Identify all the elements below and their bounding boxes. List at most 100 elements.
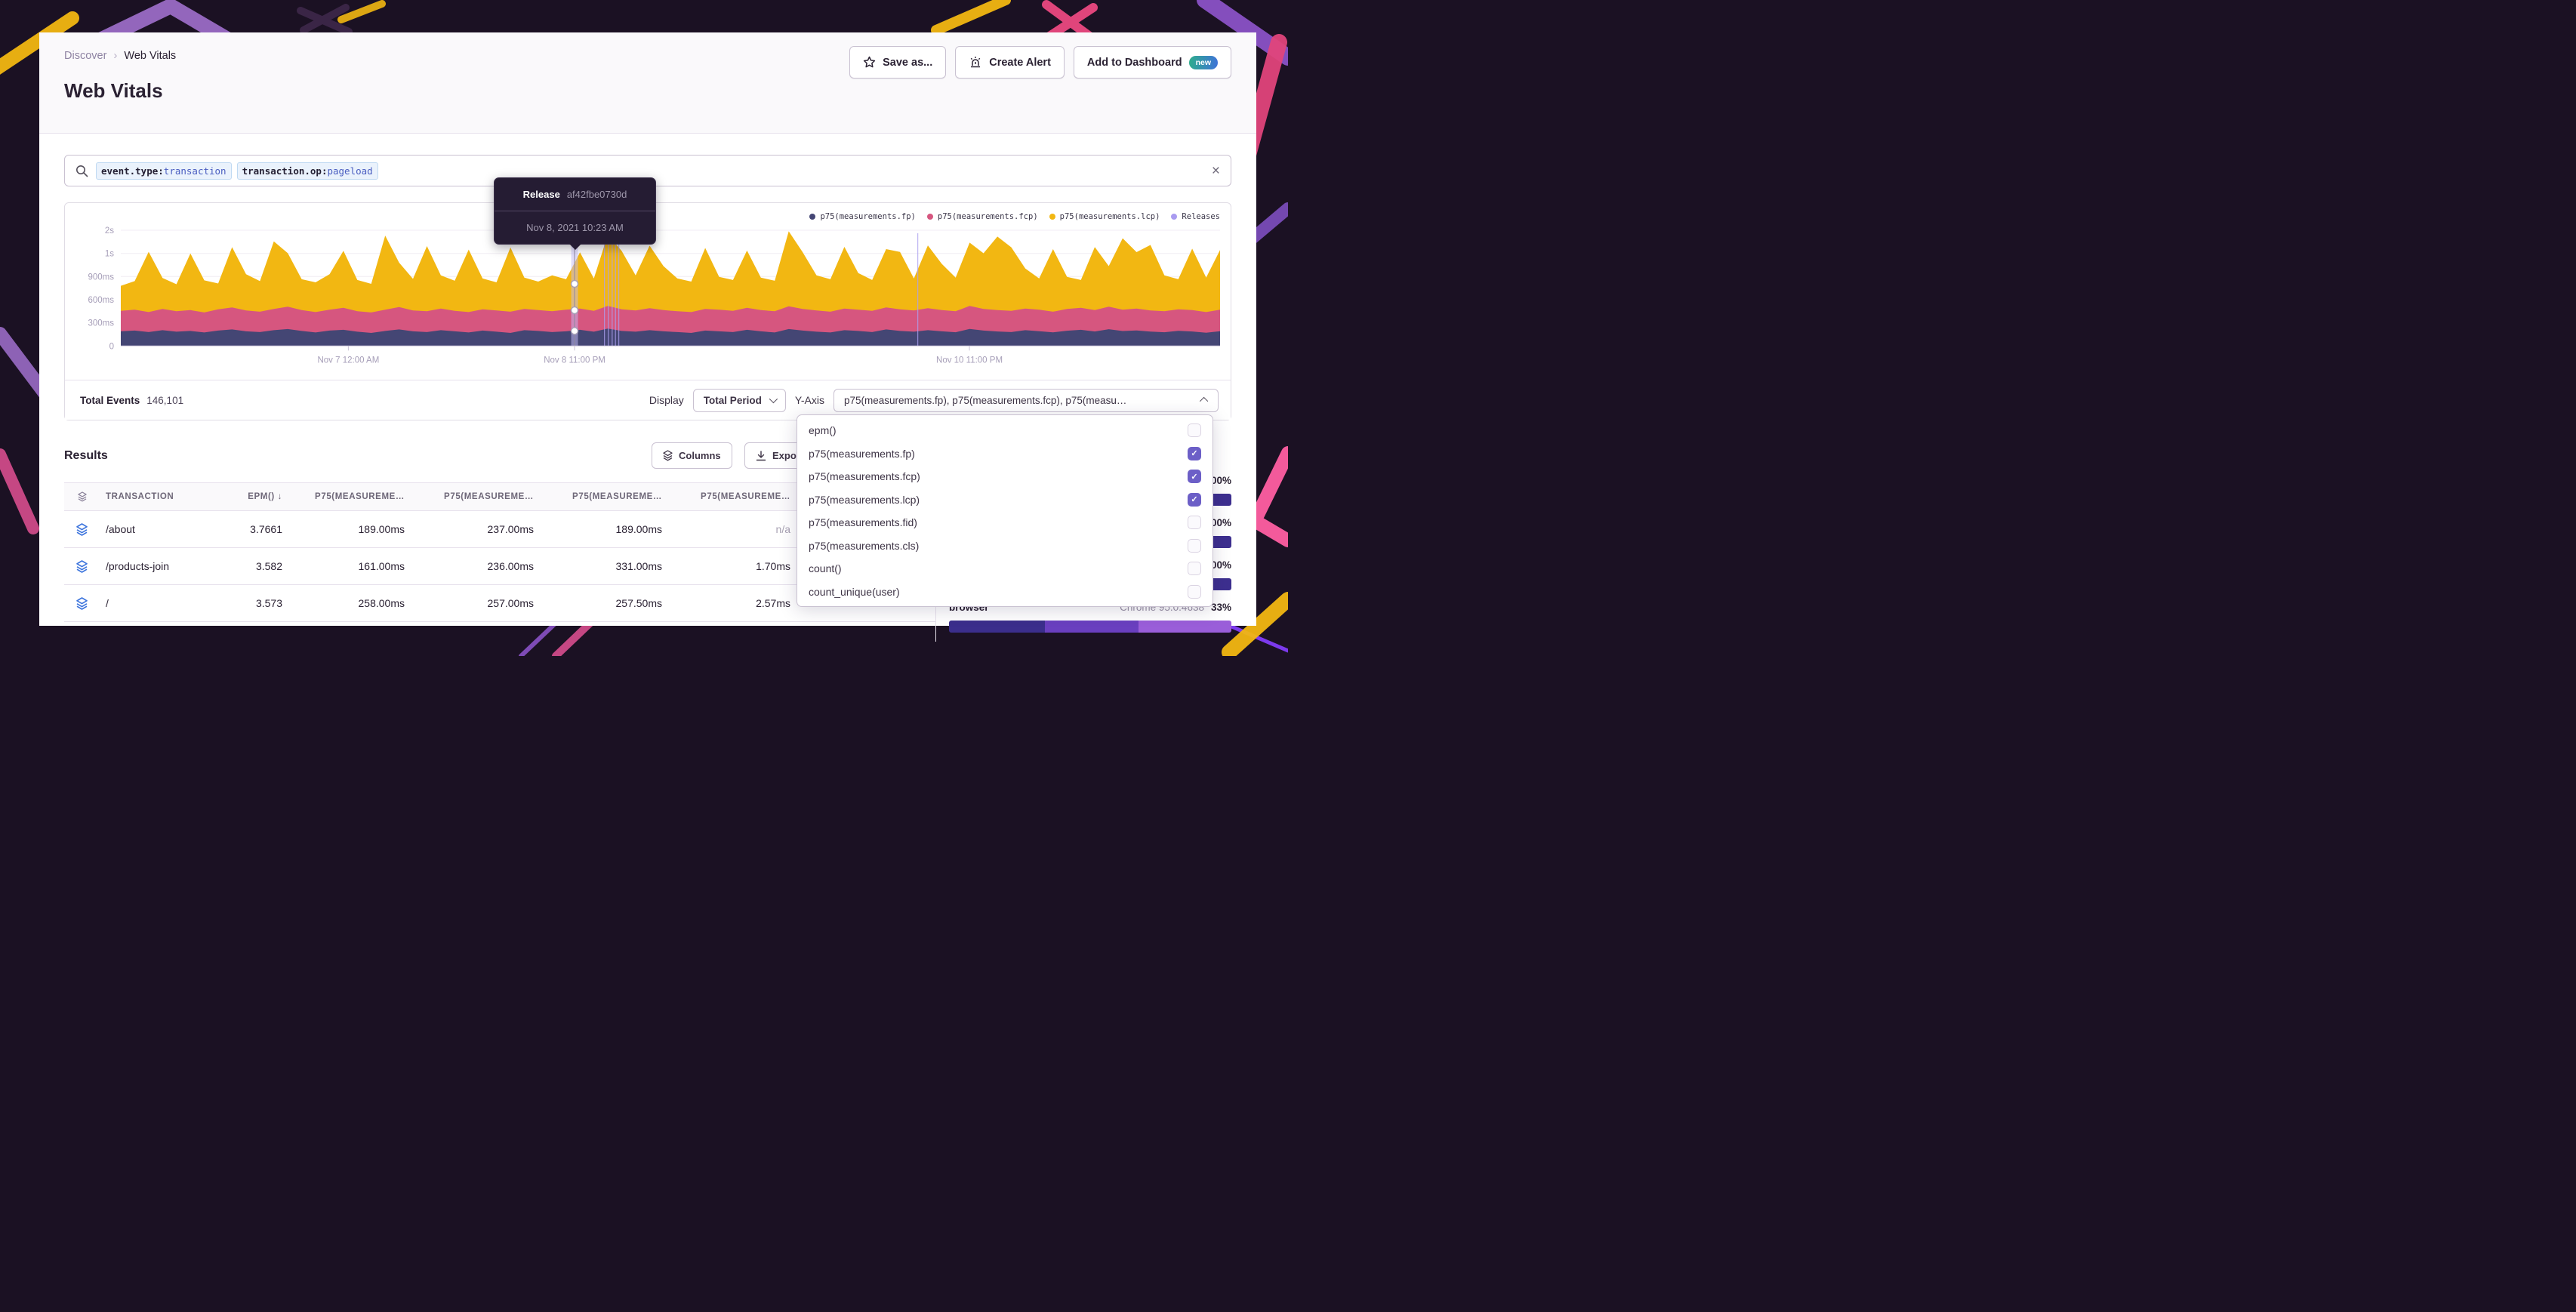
yaxis-option-label: p75(measurements.fcp) bbox=[809, 470, 1188, 482]
yaxis-option-label: p75(measurements.fid) bbox=[809, 516, 1188, 528]
x-axis-tick-label: Nov 8 11:00 PM bbox=[544, 356, 605, 365]
legend-item[interactable]: Releases bbox=[1171, 212, 1220, 221]
add-to-dashboard-button[interactable]: Add to Dashboard new bbox=[1074, 46, 1231, 79]
facet-bar-segment bbox=[949, 621, 1045, 633]
row-icon-cell bbox=[64, 560, 100, 573]
facet-bar-segment bbox=[1045, 621, 1138, 633]
page-header: Discover › Web Vitals Web Vitals Save as… bbox=[39, 32, 1256, 134]
p75-cell: 237.00ms bbox=[411, 523, 540, 535]
checkbox[interactable]: ✓ bbox=[1188, 447, 1201, 460]
transaction-cell[interactable]: / bbox=[100, 597, 226, 609]
column-header-p75[interactable]: P75(MEASUREME… bbox=[540, 492, 668, 501]
checkbox[interactable]: ✓ bbox=[1188, 493, 1201, 507]
legend-item[interactable]: p75(measurements.lcp) bbox=[1049, 212, 1160, 221]
create-alert-button[interactable]: Create Alert bbox=[955, 46, 1065, 79]
legend-dot bbox=[809, 214, 815, 220]
column-header-transaction[interactable]: TRANSACTION bbox=[100, 492, 226, 501]
yaxis-label: Y-Axis bbox=[795, 394, 824, 406]
transaction-link[interactable]: /about bbox=[106, 523, 135, 535]
hover-point bbox=[572, 328, 578, 334]
star-icon bbox=[863, 56, 876, 69]
checkbox[interactable] bbox=[1188, 562, 1201, 575]
results-title: Results bbox=[64, 449, 108, 462]
row-icon-cell bbox=[64, 597, 100, 610]
yaxis-option[interactable]: p75(measurements.fid) bbox=[797, 511, 1213, 534]
save-as-button[interactable]: Save as... bbox=[849, 46, 946, 79]
p75-cell: 257.50ms bbox=[540, 597, 668, 609]
token-key: event.type: bbox=[101, 165, 164, 177]
search-token[interactable]: event.type:transaction bbox=[96, 162, 232, 180]
column-header-epm[interactable]: EPM() ↓ bbox=[226, 492, 288, 501]
breadcrumb-discover[interactable]: Discover bbox=[64, 50, 106, 62]
columns-button[interactable]: Columns bbox=[652, 442, 732, 469]
x-axis-tick-label: Nov 10 11:00 PM bbox=[936, 356, 1003, 365]
breadcrumb-separator: › bbox=[113, 49, 117, 62]
yaxis-option-label: count() bbox=[809, 562, 1188, 574]
columns-label: Columns bbox=[679, 450, 721, 461]
yaxis-option[interactable]: p75(measurements.lcp)✓ bbox=[797, 488, 1213, 512]
download-icon bbox=[756, 451, 766, 461]
stack-icon bbox=[78, 491, 87, 502]
yaxis-option[interactable]: p75(measurements.fp)✓ bbox=[797, 442, 1213, 466]
display-value: Total Period bbox=[704, 395, 762, 406]
p75-cell: 189.00ms bbox=[288, 523, 411, 535]
create-alert-label: Create Alert bbox=[989, 57, 1051, 69]
facet-percent: 33% bbox=[1211, 602, 1231, 613]
p75-cell: 189.00ms bbox=[540, 523, 668, 535]
column-header-p75[interactable]: P75(MEASUREME… bbox=[668, 492, 797, 501]
total-events-label: Total Events bbox=[80, 395, 140, 406]
chart-controls: Display Total Period Y-Axis p75(measurem… bbox=[649, 389, 1219, 412]
checkbox[interactable]: ✓ bbox=[1188, 470, 1201, 483]
yaxis-option-label: epm() bbox=[809, 424, 1188, 436]
table-header-icon-cell bbox=[64, 491, 100, 502]
yaxis-option[interactable]: p75(measurements.cls) bbox=[797, 534, 1213, 558]
column-header-p75[interactable]: P75(MEASUREME… bbox=[288, 492, 411, 501]
display-label: Display bbox=[649, 394, 684, 406]
p75-cell: 236.00ms bbox=[411, 560, 540, 572]
chevron-down-icon bbox=[769, 395, 778, 403]
epm-cell: 3.582 bbox=[226, 560, 288, 572]
header-actions: Save as... Create Alert Add to Dashboard… bbox=[849, 46, 1231, 79]
yaxis-option-label: p75(measurements.cls) bbox=[809, 540, 1188, 552]
checkbox[interactable] bbox=[1188, 423, 1201, 437]
facet-bar[interactable] bbox=[949, 621, 1231, 633]
total-events-value: 146,101 bbox=[146, 395, 183, 406]
checkbox[interactable] bbox=[1188, 539, 1201, 553]
siren-icon bbox=[969, 56, 982, 69]
y-axis-tick-label: 600ms bbox=[88, 296, 114, 305]
search-token[interactable]: transaction.op:pageload bbox=[237, 162, 378, 180]
column-header-p75[interactable]: P75(MEASUREME… bbox=[411, 492, 540, 501]
legend-label: p75(measurements.fp) bbox=[820, 212, 915, 221]
transaction-link[interactable]: /products-join bbox=[106, 560, 169, 572]
yaxis-option-label: p75(measurements.lcp) bbox=[809, 494, 1188, 506]
display-select[interactable]: Total Period bbox=[693, 389, 786, 412]
yaxis-dropdown: epm()p75(measurements.fp)✓p75(measuremen… bbox=[797, 414, 1213, 607]
legend-label: Releases bbox=[1182, 212, 1220, 221]
yaxis-select-value: p75(measurements.fp), p75(measurements.f… bbox=[844, 395, 1202, 406]
p75-cell: 161.00ms bbox=[288, 560, 411, 572]
transaction-cell[interactable]: /products-join bbox=[100, 560, 226, 572]
p75-cell: 257.00ms bbox=[411, 597, 540, 609]
hover-point bbox=[572, 307, 578, 314]
add-to-dashboard-label: Add to Dashboard bbox=[1087, 57, 1182, 69]
chart-legend: p75(measurements.fp) p75(measurements.fcp… bbox=[809, 212, 1220, 221]
tooltip-release-hash: af42fbe0730d bbox=[567, 189, 627, 200]
transaction-cell[interactable]: /about bbox=[100, 523, 226, 535]
yaxis-option[interactable]: count_unique(user) bbox=[797, 581, 1213, 604]
checkbox[interactable] bbox=[1188, 516, 1201, 529]
yaxis-option[interactable]: p75(measurements.fcp)✓ bbox=[797, 465, 1213, 488]
yaxis-option[interactable]: count() bbox=[797, 557, 1213, 581]
legend-dot bbox=[1049, 214, 1055, 220]
p75-cell: 2.57ms bbox=[668, 597, 797, 609]
legend-item[interactable]: p75(measurements.fcp) bbox=[927, 212, 1038, 221]
yaxis-select[interactable]: p75(measurements.fp), p75(measurements.f… bbox=[834, 389, 1219, 412]
clear-search-icon[interactable]: × bbox=[1212, 164, 1220, 178]
legend-item[interactable]: p75(measurements.fp) bbox=[809, 212, 915, 221]
checkbox[interactable] bbox=[1188, 585, 1201, 599]
tooltip-release-label: Release bbox=[523, 189, 560, 200]
row-icon-cell bbox=[64, 523, 100, 536]
transaction-link[interactable]: / bbox=[106, 597, 109, 609]
yaxis-option[interactable]: epm() bbox=[797, 419, 1213, 442]
token-value: pageload bbox=[327, 165, 372, 177]
yaxis-option-label: p75(measurements.fp) bbox=[809, 448, 1188, 460]
